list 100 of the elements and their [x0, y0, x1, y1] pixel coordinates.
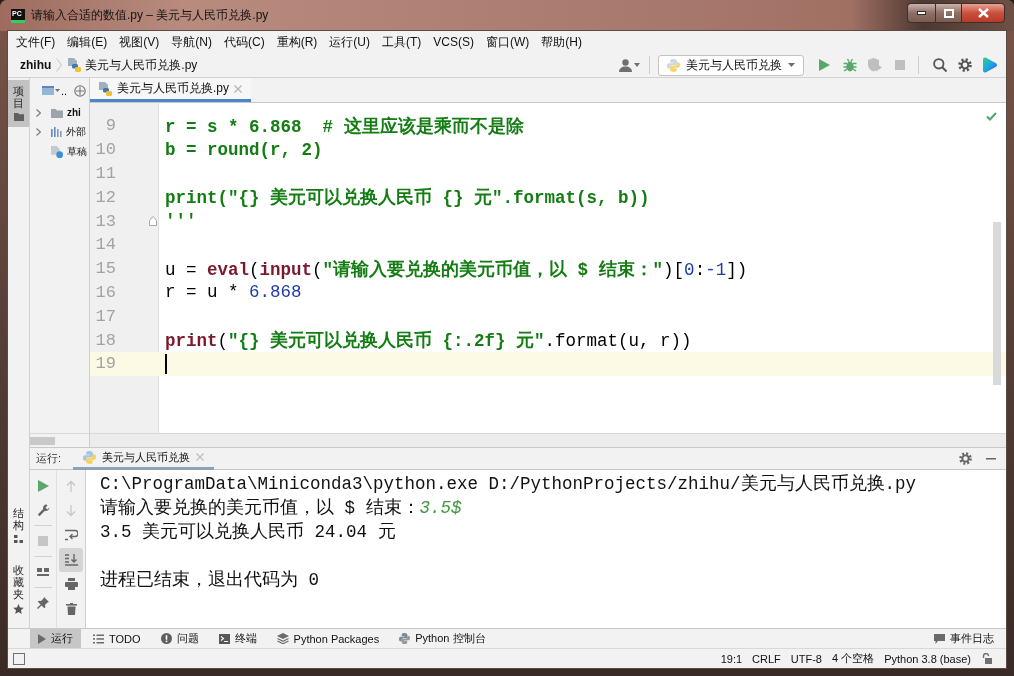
chevron-icon	[56, 58, 63, 72]
vertical-scrollbar[interactable]	[993, 222, 1001, 385]
tree-item[interactable]: 外部	[30, 122, 86, 142]
play-icon	[38, 633, 46, 644]
structure-icon	[14, 534, 23, 543]
alert-icon	[160, 633, 172, 644]
console-line: 3.5 美元可以兑换人民币 24.04 元	[100, 521, 396, 544]
python-file-icon	[67, 58, 82, 72]
folder-icon	[13, 113, 24, 122]
status-item[interactable]: Python 3.8 (base)	[879, 652, 976, 665]
favorites-tool-tab[interactable]: 收藏夹	[8, 558, 29, 620]
tool-window-button[interactable]: Python 控制台	[391, 629, 494, 648]
editor-tab[interactable]: 美元与人民币兑换.py	[90, 78, 251, 102]
gear-icon	[957, 58, 972, 72]
scratch-file-icon	[51, 145, 63, 158]
tool-window-button[interactable]: 事件日志	[926, 629, 1002, 648]
menu-item[interactable]: 编辑(E)	[61, 31, 114, 53]
tool-window-button[interactable]: TODO	[85, 629, 149, 648]
line-number: 10	[94, 140, 116, 160]
menu-item[interactable]: 文件(F)	[10, 31, 62, 53]
star-icon	[13, 604, 24, 614]
minimize-button[interactable]	[907, 3, 935, 23]
line-number: 15	[94, 259, 116, 279]
structure-tool-tab[interactable]: 结构	[8, 501, 29, 549]
menu-item[interactable]: VCS(S)	[427, 33, 480, 51]
panel-title: 运行:	[36, 451, 62, 466]
maximize-button[interactable]	[935, 3, 961, 23]
line-number: 12	[94, 187, 116, 207]
tool-windows-toggle[interactable]	[13, 652, 25, 665]
bars-icon	[51, 127, 62, 138]
terminal-icon	[218, 633, 230, 644]
rounded-triangle-icon	[982, 57, 997, 73]
crosshair-icon	[74, 84, 87, 97]
status-item[interactable]: 4 个空格	[826, 651, 880, 666]
person-icon	[618, 58, 632, 72]
line-number: 9	[104, 116, 116, 136]
line-number: 18	[94, 330, 116, 350]
menu-item[interactable]: 工具(T)	[376, 31, 428, 53]
menu-item[interactable]: 重构(R)	[270, 31, 324, 53]
pin-icon	[37, 597, 49, 609]
tree-item[interactable]: zhi	[30, 103, 81, 123]
tool-window-button[interactable]: 运行	[30, 629, 81, 648]
fold-marker-icon[interactable]	[149, 216, 157, 227]
minimize-icon	[917, 11, 926, 15]
project-tool-tab[interactable]: 项目	[8, 80, 29, 128]
close-icon	[977, 8, 989, 18]
tool-window-button[interactable]: 问题	[152, 629, 207, 648]
minus-icon	[986, 457, 996, 460]
project-view-dropdown[interactable]: ..	[42, 84, 68, 97]
padlock-icon[interactable]	[982, 653, 992, 664]
square-icon	[13, 652, 25, 665]
tool-window-button[interactable]: 终端	[210, 629, 265, 648]
up-arrow-icon	[66, 480, 76, 493]
python-icon	[399, 633, 411, 644]
caret-icon	[55, 89, 60, 92]
play-icon	[37, 480, 49, 492]
menu-item[interactable]: 窗口(W)	[480, 31, 536, 53]
menu-item[interactable]: 视图(V)	[113, 31, 166, 53]
status-item[interactable]: CRLF	[747, 652, 786, 665]
line-number: 17	[94, 306, 116, 326]
code-line: b = round(r, 2)	[165, 139, 323, 160]
code-line: print("{} 美元可以兑换人民币 {:.2f} 元".format(u, r))	[165, 329, 692, 353]
status-item[interactable]: UTF-8	[785, 652, 827, 665]
close-button[interactable]	[961, 3, 1005, 23]
code-line: r = u * 6.868	[165, 282, 302, 303]
breadcrumb[interactable]: 美元与人民币兑换.py	[64, 56, 201, 74]
maximize-icon	[943, 8, 954, 18]
down-arrow-icon	[66, 504, 76, 517]
layout-icon	[37, 568, 49, 576]
line-number: 13	[94, 211, 116, 231]
gear-icon	[958, 452, 972, 465]
scroll-to-end-button[interactable]	[59, 547, 83, 572]
line-number: 14	[94, 235, 116, 255]
status-item[interactable]: 19:1	[715, 652, 748, 665]
breadcrumb[interactable]: zhihu	[17, 58, 55, 72]
console-line: 请输入要兑换的美元币值，以 $ 结束：3.5$	[100, 497, 462, 520]
tree-item[interactable]: 草稿	[30, 142, 87, 162]
text-caret	[165, 353, 167, 374]
console-line: 进程已结束，退出代码为 0	[100, 569, 319, 592]
menu-item[interactable]: 代码(C)	[218, 31, 271, 53]
code-line: print("{} 美元可以兑换人民币 {} 元".format(s, b))	[165, 186, 650, 210]
chevron-icon[interactable]	[36, 128, 41, 137]
code-line: u = eval(input("请输入要兑换的美元币值，以 $ 结束：")[0:-1])	[165, 258, 748, 281]
tool-window-button[interactable]: Python Packages	[268, 629, 388, 648]
menu-item[interactable]: 帮助(H)	[535, 31, 588, 53]
window-title: 请输入合适的数值.py – 美元与人民币兑换.py	[31, 7, 269, 24]
run-config-dropdown[interactable]: 美元与人民币兑换	[658, 54, 804, 76]
python-icon	[667, 58, 680, 72]
menu-item[interactable]: 运行(U)	[323, 31, 376, 53]
line-number: 19	[94, 354, 116, 374]
menu-item[interactable]: 导航(N)	[165, 31, 218, 53]
python-file-icon	[98, 81, 112, 96]
locate-button[interactable]	[74, 84, 87, 97]
code-line: '''	[165, 211, 197, 232]
window-icon	[42, 86, 54, 95]
caret-icon	[788, 63, 795, 67]
scroll-to-end-icon	[64, 553, 78, 566]
chevron-icon[interactable]	[36, 108, 41, 117]
horizontal-scrollbar[interactable]	[30, 437, 55, 445]
stop-icon	[38, 536, 48, 546]
